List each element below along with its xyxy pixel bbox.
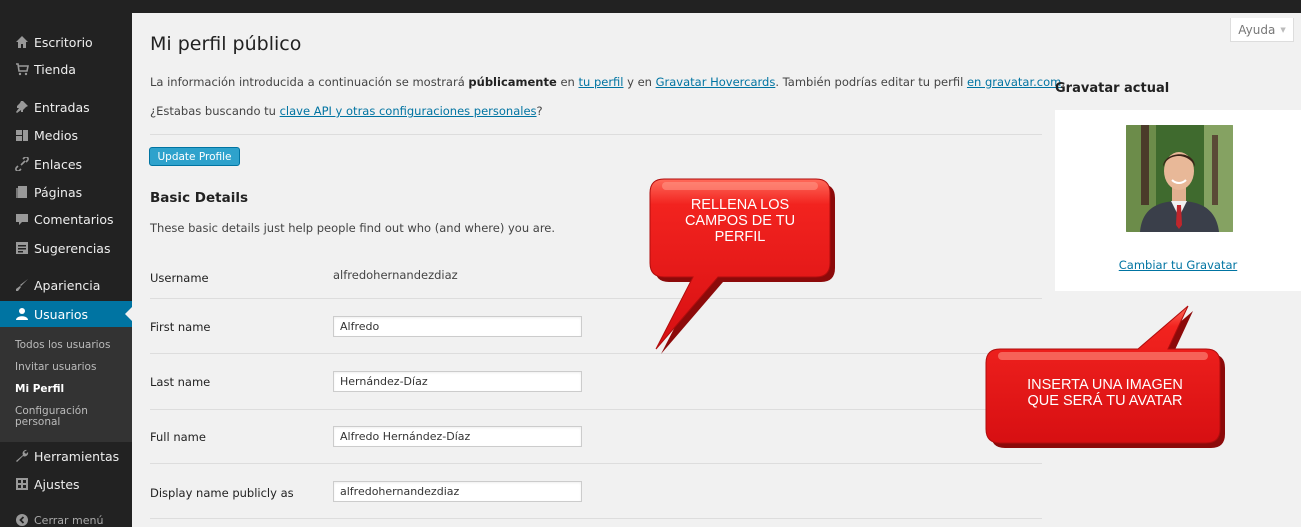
callout-avatar-text: INSERTA UNA IMAGEN QUE SERÁ TU AVATAR <box>995 377 1215 409</box>
last-name-input[interactable]: Hernández-Díaz <box>333 371 582 392</box>
avatar[interactable] <box>1126 125 1233 232</box>
intro-text: ? <box>536 104 543 118</box>
divider <box>150 409 1042 410</box>
first-name-input[interactable]: Alfredo <box>333 316 582 337</box>
menu-item-medios[interactable]: Medios <box>0 122 132 148</box>
callout-profile-text: RELLENA LOS CAMPOS DE TU PERFIL <box>650 197 830 245</box>
change-gravatar-link[interactable]: Cambiar tu Gravatar <box>1055 258 1301 272</box>
users-submenu: Todos los usuarios Invitar usuarios Mi P… <box>0 327 132 442</box>
callout-line: QUE SERÁ TU AVATAR <box>1027 393 1183 409</box>
menu-item-sugerencias[interactable]: Sugerencias <box>0 235 132 261</box>
wrench-icon <box>12 449 32 463</box>
menu-item-apariencia[interactable]: Apariencia <box>0 272 132 298</box>
callout-line: RELLENA LOS <box>690 197 790 213</box>
username-label: Username <box>150 271 209 285</box>
gravatar-panel: Cambiar tu Gravatar <box>1055 110 1301 291</box>
intro-api-key: ¿Estabas buscando tu clave API y otras c… <box>150 104 543 118</box>
divider <box>150 463 1042 464</box>
page-icon <box>12 185 32 199</box>
submenu-mi-perfil[interactable]: Mi Perfil <box>15 384 64 395</box>
media-icon <box>12 128 32 142</box>
menu-item-escritorio[interactable]: Escritorio <box>0 29 132 55</box>
submenu-configuracion-personal[interactable]: Configuración personal <box>15 406 115 428</box>
menu-item-ajustes[interactable]: Ajustes <box>0 471 132 497</box>
home-icon <box>12 35 32 49</box>
callout-line: PERFIL <box>714 229 766 245</box>
full-name-input[interactable]: Alfredo Hernández-Díaz <box>333 426 582 447</box>
first-name-label: First name <box>150 320 211 334</box>
intro-text: La información introducida a continuació… <box>150 75 469 89</box>
brush-icon <box>12 278 32 292</box>
collapse-menu-button[interactable]: Cerrar menú <box>0 507 132 527</box>
intro-public-info: La información introducida a continuació… <box>150 75 1065 89</box>
display-name-label: Display name publicly as <box>150 486 294 500</box>
hovercards-link[interactable]: Gravatar Hovercards <box>656 75 776 89</box>
username-value: alfredohernandezdiaz <box>333 268 458 282</box>
menu-item-tienda[interactable]: Tienda <box>0 56 132 82</box>
gravatar-title: Gravatar actual <box>1055 81 1170 96</box>
intro-bold: públicamente <box>468 75 557 89</box>
menu-item-usuarios[interactable]: Usuarios <box>0 301 132 327</box>
menu-item-comentarios[interactable]: Comentarios <box>0 206 132 232</box>
help-label: Ayuda <box>1238 22 1276 37</box>
divider <box>150 134 1042 135</box>
intro-text: en <box>556 75 579 89</box>
help-tab[interactable]: Ayuda ▼ <box>1230 18 1294 42</box>
last-name-label: Last name <box>150 375 211 389</box>
user-icon <box>12 307 32 321</box>
page-title: Mi perfil público <box>150 33 302 55</box>
link-icon <box>12 157 32 171</box>
settings-icon <box>12 477 32 491</box>
menu-item-entradas[interactable]: Entradas <box>0 94 132 120</box>
submenu-invitar-usuarios[interactable]: Invitar usuarios <box>15 362 96 373</box>
section-title: Basic Details <box>150 190 248 206</box>
pin-icon <box>12 100 32 114</box>
section-description: These basic details just help people fin… <box>150 221 556 235</box>
menu-item-paginas[interactable]: Páginas <box>0 179 132 205</box>
profile-link[interactable]: tu perfil <box>578 75 623 89</box>
callout-line: INSERTA UNA IMAGEN <box>1027 377 1183 393</box>
cart-icon <box>12 62 32 76</box>
divider <box>150 298 1042 299</box>
feedback-icon <box>12 241 32 255</box>
api-key-link[interactable]: clave API y otras configuraciones person… <box>280 104 537 118</box>
callout-line: CAMPOS DE TU <box>684 213 796 229</box>
menu-item-enlaces[interactable]: Enlaces <box>0 151 132 177</box>
display-name-select[interactable]: alfredohernandezdiaz <box>333 481 582 502</box>
admin-top-bar <box>0 0 1301 13</box>
menu-item-herramientas[interactable]: Herramientas <box>0 443 132 469</box>
submenu-todos-los-usuarios[interactable]: Todos los usuarios <box>15 340 110 351</box>
comment-icon <box>12 212 32 226</box>
full-name-label: Full name <box>150 430 206 444</box>
update-profile-button[interactable]: Update Profile <box>149 147 240 166</box>
divider <box>150 353 1042 354</box>
chevron-down-icon: ▼ <box>1280 25 1286 34</box>
active-menu-arrow <box>125 307 132 321</box>
gravatar-com-link[interactable]: en gravatar.com <box>967 75 1061 89</box>
intro-text: . También podrías editar tu perfil <box>775 75 967 89</box>
intro-text: y en <box>623 75 656 89</box>
admin-sidebar: Escritorio Tienda Entradas Medios Enlace… <box>0 13 132 527</box>
collapse-icon <box>12 513 32 527</box>
divider <box>150 518 1042 519</box>
intro-text: ¿Estabas buscando tu <box>150 104 280 118</box>
